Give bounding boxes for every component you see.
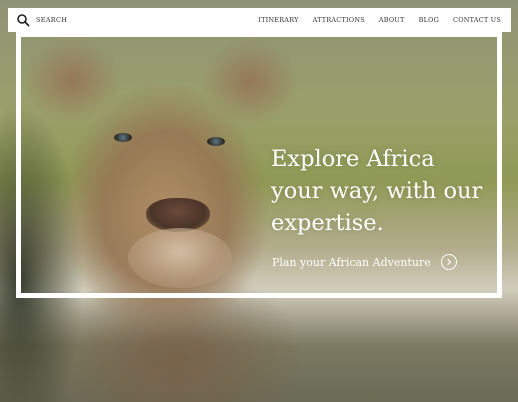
- main-nav: ITINERARY ATTRACTIONS ABOUT BLOG CONTACT…: [258, 16, 501, 24]
- plan-adventure-link[interactable]: Plan your African Adventure: [272, 254, 457, 270]
- chevron-right-circle-icon[interactable]: [440, 254, 457, 270]
- nav-item-about[interactable]: ABOUT: [379, 16, 405, 24]
- nav-item-attractions[interactable]: ATTRACTIONS: [313, 16, 365, 24]
- chevron-right-icon: [447, 258, 451, 266]
- search-label[interactable]: SEARCH: [36, 16, 67, 24]
- search-icon[interactable]: [16, 13, 30, 27]
- nav-item-blog[interactable]: BLOG: [419, 16, 439, 24]
- nav-item-itinerary[interactable]: ITINERARY: [258, 16, 298, 24]
- cta-label: Plan your African Adventure: [272, 255, 431, 269]
- hero-headline: Explore Africa your way, with our expert…: [271, 146, 483, 236]
- top-navigation-bar: SEARCH ITINERARY ATTRACTIONS ABOUT BLOG …: [8, 8, 511, 32]
- nav-item-contact-us[interactable]: CONTACT US: [453, 16, 501, 24]
